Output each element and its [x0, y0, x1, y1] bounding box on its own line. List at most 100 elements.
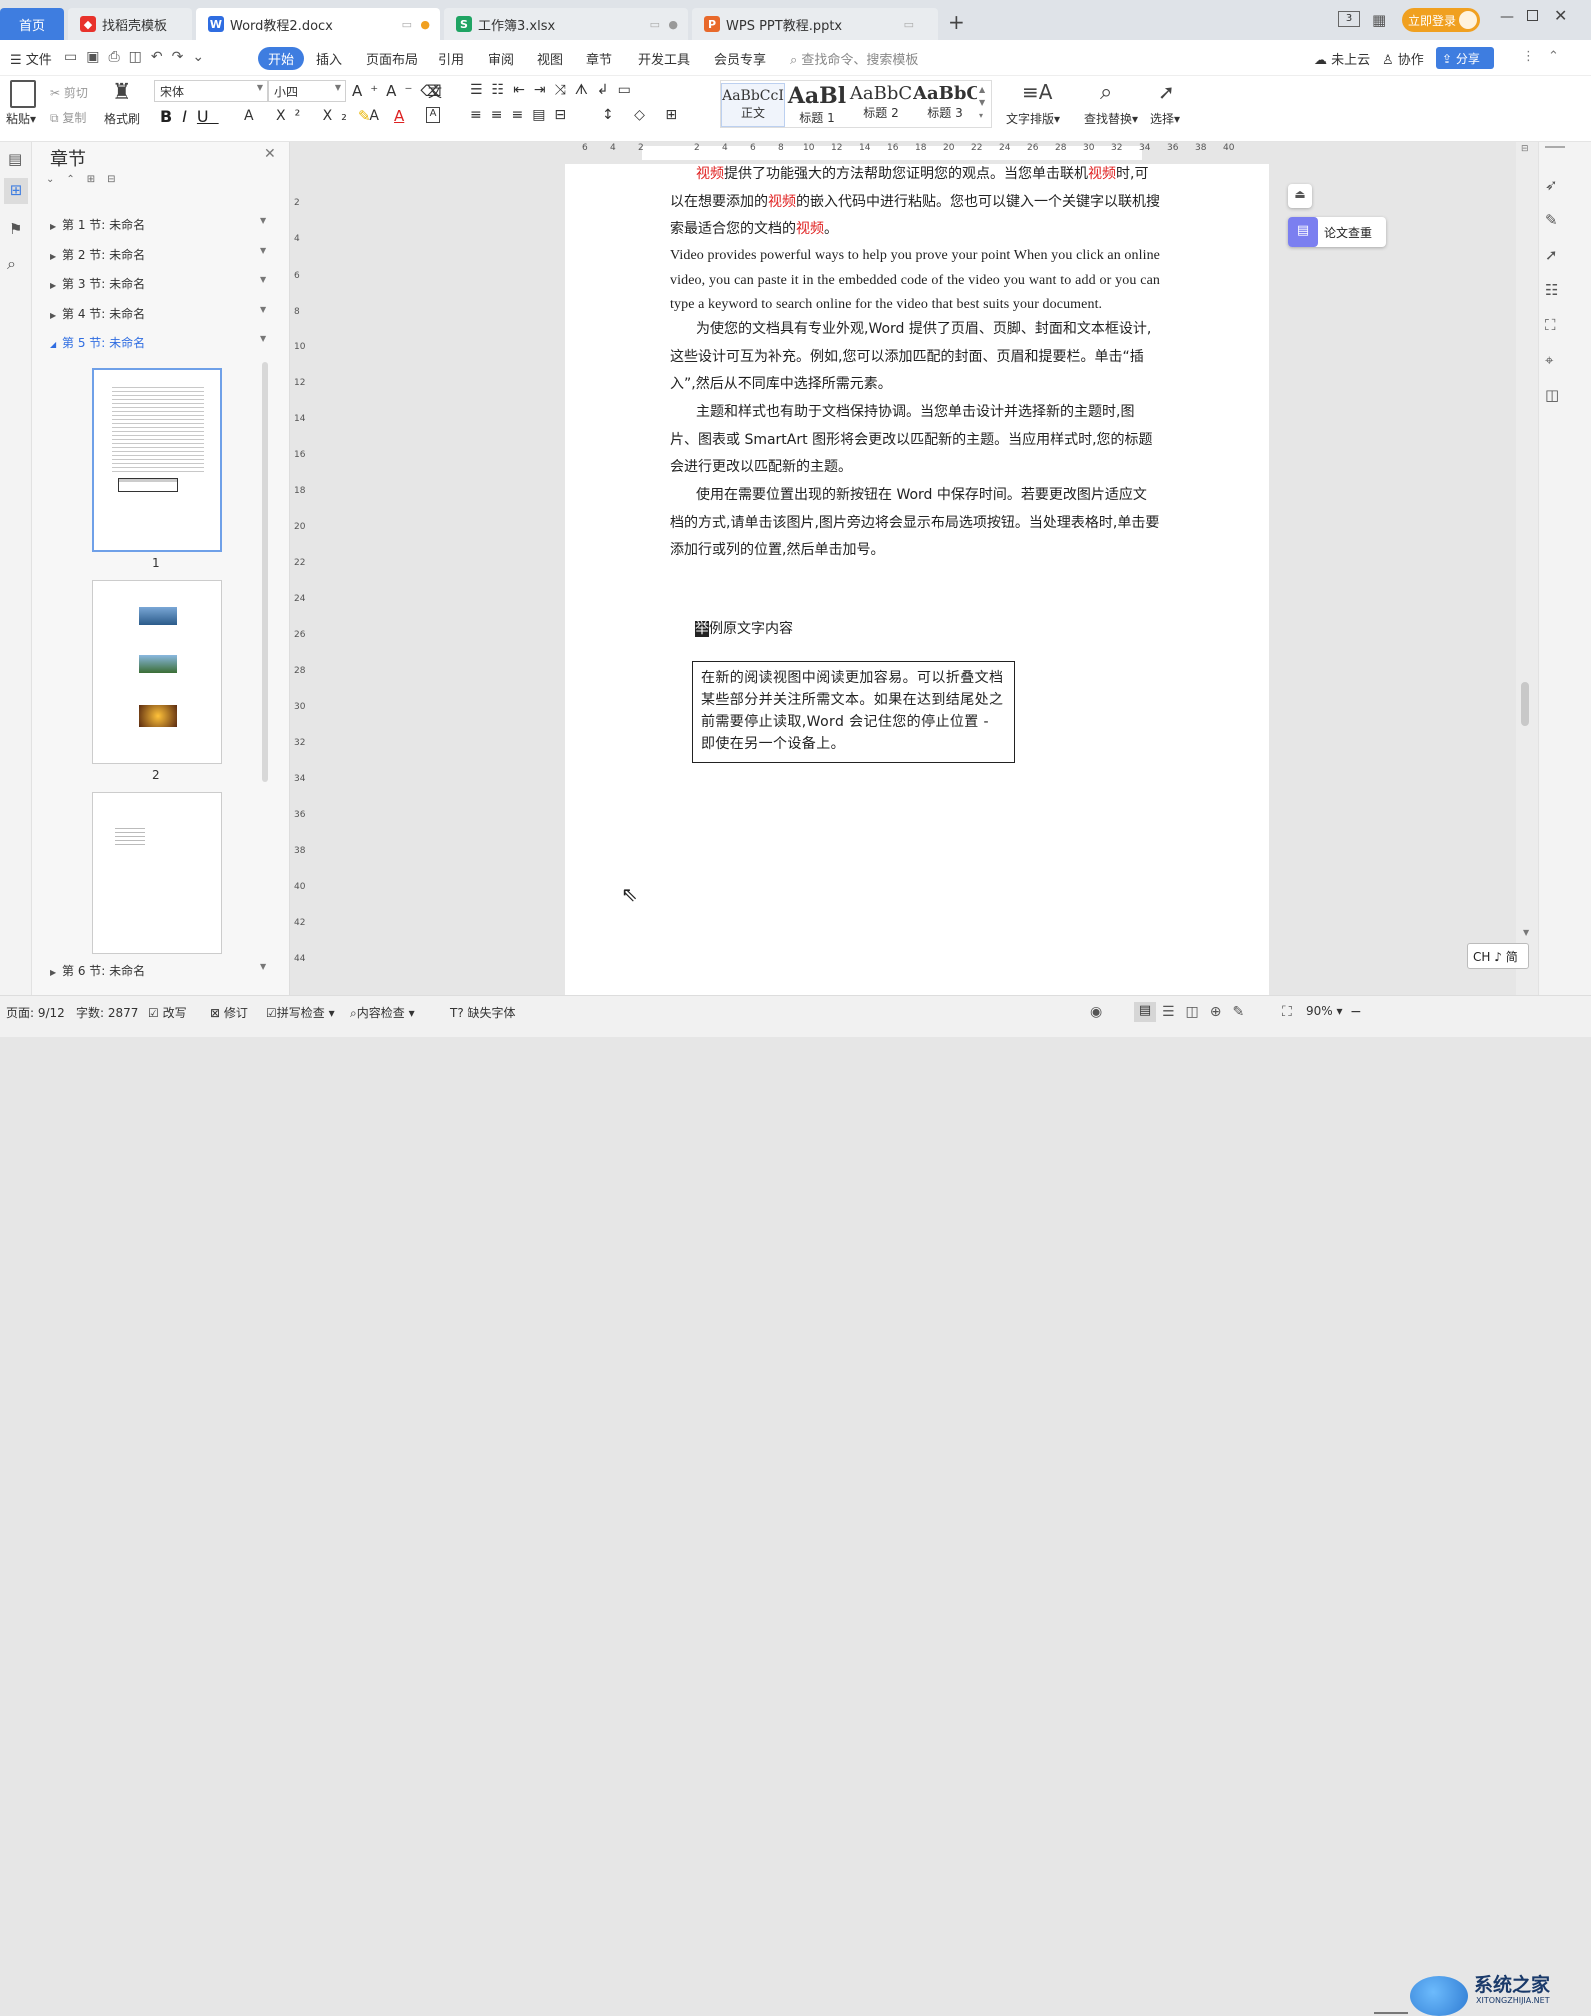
page-thumbnail-1[interactable] — [92, 368, 222, 552]
zoom-level[interactable]: 90% ▾ — [1306, 1004, 1343, 1018]
dropdown-icon[interactable]: ▼ — [260, 334, 266, 343]
rocket-icon[interactable]: ➶ — [1545, 176, 1558, 194]
sliders-icon[interactable]: ☷ — [1545, 281, 1558, 299]
new-tab-button[interactable]: + — [948, 10, 965, 34]
more-icon[interactable]: ⋮ — [1522, 49, 1535, 64]
menu-review[interactable]: 审阅 — [488, 49, 514, 68]
page-count[interactable]: 页面: 9/12 — [6, 1004, 65, 1021]
menu-file[interactable]: ☰ 文件 — [10, 49, 52, 68]
section-6[interactable]: ▶ 第 6 节: 未命名 ▼ — [50, 962, 266, 979]
quick-access-icons[interactable]: ▭▣⎙◫↶↷⌄ — [64, 49, 213, 65]
section-3[interactable]: ▶ 第 3 节: 未命名 ▼ — [50, 275, 266, 292]
missing-font[interactable]: T? 缺失字体 — [450, 1004, 516, 1021]
menu-page-layout[interactable]: 页面布局 — [366, 49, 418, 68]
nav-tools[interactable]: ⌄⌃⊞⊟ — [46, 174, 128, 185]
book-icon[interactable]: ◫ — [1545, 386, 1559, 404]
section-5[interactable]: ◢ 第 5 节: 未命名 ▼ — [50, 334, 266, 351]
align-tools[interactable]: ≡≡≡▤⊟ — [470, 107, 575, 123]
vertical-ruler[interactable]: 2 4 6 8 10 12 14 16 18 20 22 24 26 28 30… — [292, 164, 312, 995]
menu-chapter[interactable]: 章节 — [586, 49, 612, 68]
text-box[interactable]: 在新的阅读视图中阅读更加容易。可以折叠文档某些部分并关注所需文本。如果在达到结尾… — [692, 661, 1015, 763]
cloud-status[interactable]: ☁ 未上云 — [1314, 49, 1370, 68]
clipboard-icon[interactable] — [10, 80, 36, 108]
word-count[interactable]: 字数: 2877 — [76, 1004, 138, 1021]
page-thumbnail-2[interactable] — [92, 580, 222, 764]
screen-icon[interactable]: ▭ — [650, 18, 660, 31]
find-replace-button[interactable]: 查找替换▾ — [1084, 110, 1138, 127]
style-heading3[interactable]: AaBbC 标题 3 — [913, 83, 977, 127]
format-painter-button[interactable]: 格式刷 — [104, 110, 140, 127]
text-layout-button[interactable]: 文字排版▾ — [1006, 110, 1060, 127]
tab-excel[interactable]: S 工作簿3.xlsx ▭ ● — [444, 8, 688, 40]
screen-icon[interactable]: ▭ — [402, 18, 412, 31]
revise-toggle[interactable]: ⊠ 修订 — [210, 1004, 248, 1021]
section-1[interactable]: ▶ 第 1 节: 未命名 ▼ — [50, 216, 266, 233]
menu-dev-tools[interactable]: 开发工具 — [638, 49, 690, 68]
pen-icon[interactable]: ✎ — [1545, 211, 1558, 229]
unsaved-dot-icon[interactable]: ● — [420, 18, 430, 31]
dropdown-icon[interactable]: ▼ — [260, 275, 266, 284]
view-mode-icons[interactable]: ☰◫⊕✎ — [1162, 1004, 1255, 1020]
dropdown-icon[interactable]: ▼ — [260, 216, 266, 225]
maximize-icon[interactable] — [1527, 10, 1538, 21]
close-icon[interactable]: ● — [668, 18, 678, 31]
page-thumbnail-3[interactable] — [92, 792, 222, 954]
minimize-icon[interactable]: — — [1500, 9, 1514, 25]
font-size-select[interactable]: 小四 ▼ — [268, 80, 346, 102]
copy-button[interactable]: ⧉ 复制 — [50, 109, 86, 126]
ime-indicator[interactable]: CH ♪ 简 — [1467, 943, 1529, 969]
dropdown-icon[interactable]: ▼ — [260, 246, 266, 255]
style-normal[interactable]: AaBbCcI 正文 — [721, 83, 785, 127]
collab-button[interactable]: ♙ 协作 — [1382, 49, 1424, 68]
section-4[interactable]: ▶ 第 4 节: 未命名 ▼ — [50, 305, 266, 322]
menu-reference[interactable]: 引用 — [438, 49, 464, 68]
tab-template[interactable]: ◆ 找稻壳模板 — [68, 8, 192, 40]
chapter-nav-icon[interactable]: ⊞ — [4, 178, 28, 204]
scroll-down-icon[interactable]: ▼ — [1523, 928, 1529, 937]
compass-icon[interactable]: ⌖ — [1545, 351, 1553, 369]
command-search[interactable]: ⌕ 查找命令、搜索模板 — [790, 49, 918, 68]
paragraph-buttons[interactable]: 使用在需要位置出现的新按钮在 Word 中保存时间。若要更改图片适应文档的方式,… — [670, 482, 1160, 565]
sample-heading[interactable]: 举例原文字内容 — [695, 618, 793, 638]
font-name-select[interactable]: 宋体 ▼ — [154, 80, 268, 102]
vertical-scrollbar[interactable]: ⊟ ▼ — [1516, 142, 1538, 995]
tab-home[interactable]: 首页 — [0, 8, 64, 40]
search-icon[interactable]: ⌕ — [7, 254, 16, 274]
close-icon[interactable]: ✕ — [264, 146, 276, 162]
highlight-icon[interactable]: ✎ — [358, 107, 371, 125]
style-heading1[interactable]: AaBl 标题 1 — [785, 83, 849, 127]
tab-word-doc[interactable]: W Word教程2.docx ▭ ● — [196, 8, 440, 40]
dropdown-icon[interactable]: ▼ — [260, 305, 266, 314]
outline-icon[interactable]: ▤ — [8, 150, 22, 168]
tab-ppt[interactable]: P WPS PPT教程.pptx ▭ — [692, 8, 938, 40]
layout-icon[interactable]: 3 — [1338, 11, 1360, 27]
share-button[interactable]: ⇪ 分享 — [1436, 47, 1494, 69]
fit-page-icon[interactable]: ⛶ — [1282, 1004, 1292, 1020]
style-heading2[interactable]: AaBbC 标题 2 — [849, 83, 913, 127]
scroll-thumb[interactable] — [1521, 682, 1529, 726]
paragraph-design[interactable]: 为使您的文档具有专业外观,Word 提供了页眉、页脚、封面和文本框设计,这些设计… — [670, 316, 1160, 399]
cut-button[interactable]: ✂ 剪切 — [50, 84, 88, 101]
pinyin-icon[interactable]: 文 — [428, 82, 442, 102]
paper-check-button[interactable]: ▤ 论文查重 — [1288, 217, 1386, 247]
select-button[interactable]: 选择▾ — [1150, 110, 1180, 127]
image-tool-icon[interactable]: ⛶ — [1545, 316, 1556, 334]
style-scroll-icon[interactable]: ▲ ▼ ▾ — [979, 83, 985, 122]
content-check[interactable]: ⌕内容检查 ▾ — [350, 1004, 415, 1021]
zoom-out-icon[interactable]: − — [1350, 1004, 1362, 1020]
bookmark-icon[interactable]: ⚑ — [9, 220, 22, 238]
menu-start[interactable]: 开始 — [258, 47, 305, 70]
zoom-slider[interactable] — [1374, 2012, 1408, 2014]
paragraph-theme[interactable]: 主题和样式也有助于文档保持协调。当您单击设计并选择新的主题时,图片、图表或 Sm… — [670, 399, 1160, 482]
collapse-panel-icon[interactable]: ⏏ — [1288, 184, 1312, 208]
paragraph-english[interactable]: Video provides powerful ways to help you… — [670, 244, 1160, 318]
grid-icon[interactable]: ▦ — [1372, 11, 1386, 29]
spell-check[interactable]: ☑拼写检查 ▾ — [266, 1004, 335, 1021]
nav-scrollbar[interactable] — [262, 362, 268, 782]
menu-view[interactable]: 视图 — [537, 49, 563, 68]
list-tools[interactable]: ☰☷⇤⇥⤨ᗑ↲▭ — [470, 82, 640, 98]
screen-icon[interactable]: ▭ — [904, 18, 914, 31]
close-window-icon[interactable]: ✕ — [1554, 6, 1567, 25]
overwrite-toggle[interactable]: ☑ 改写 — [148, 1004, 187, 1021]
paste-button[interactable]: 粘贴▾ — [6, 110, 36, 127]
